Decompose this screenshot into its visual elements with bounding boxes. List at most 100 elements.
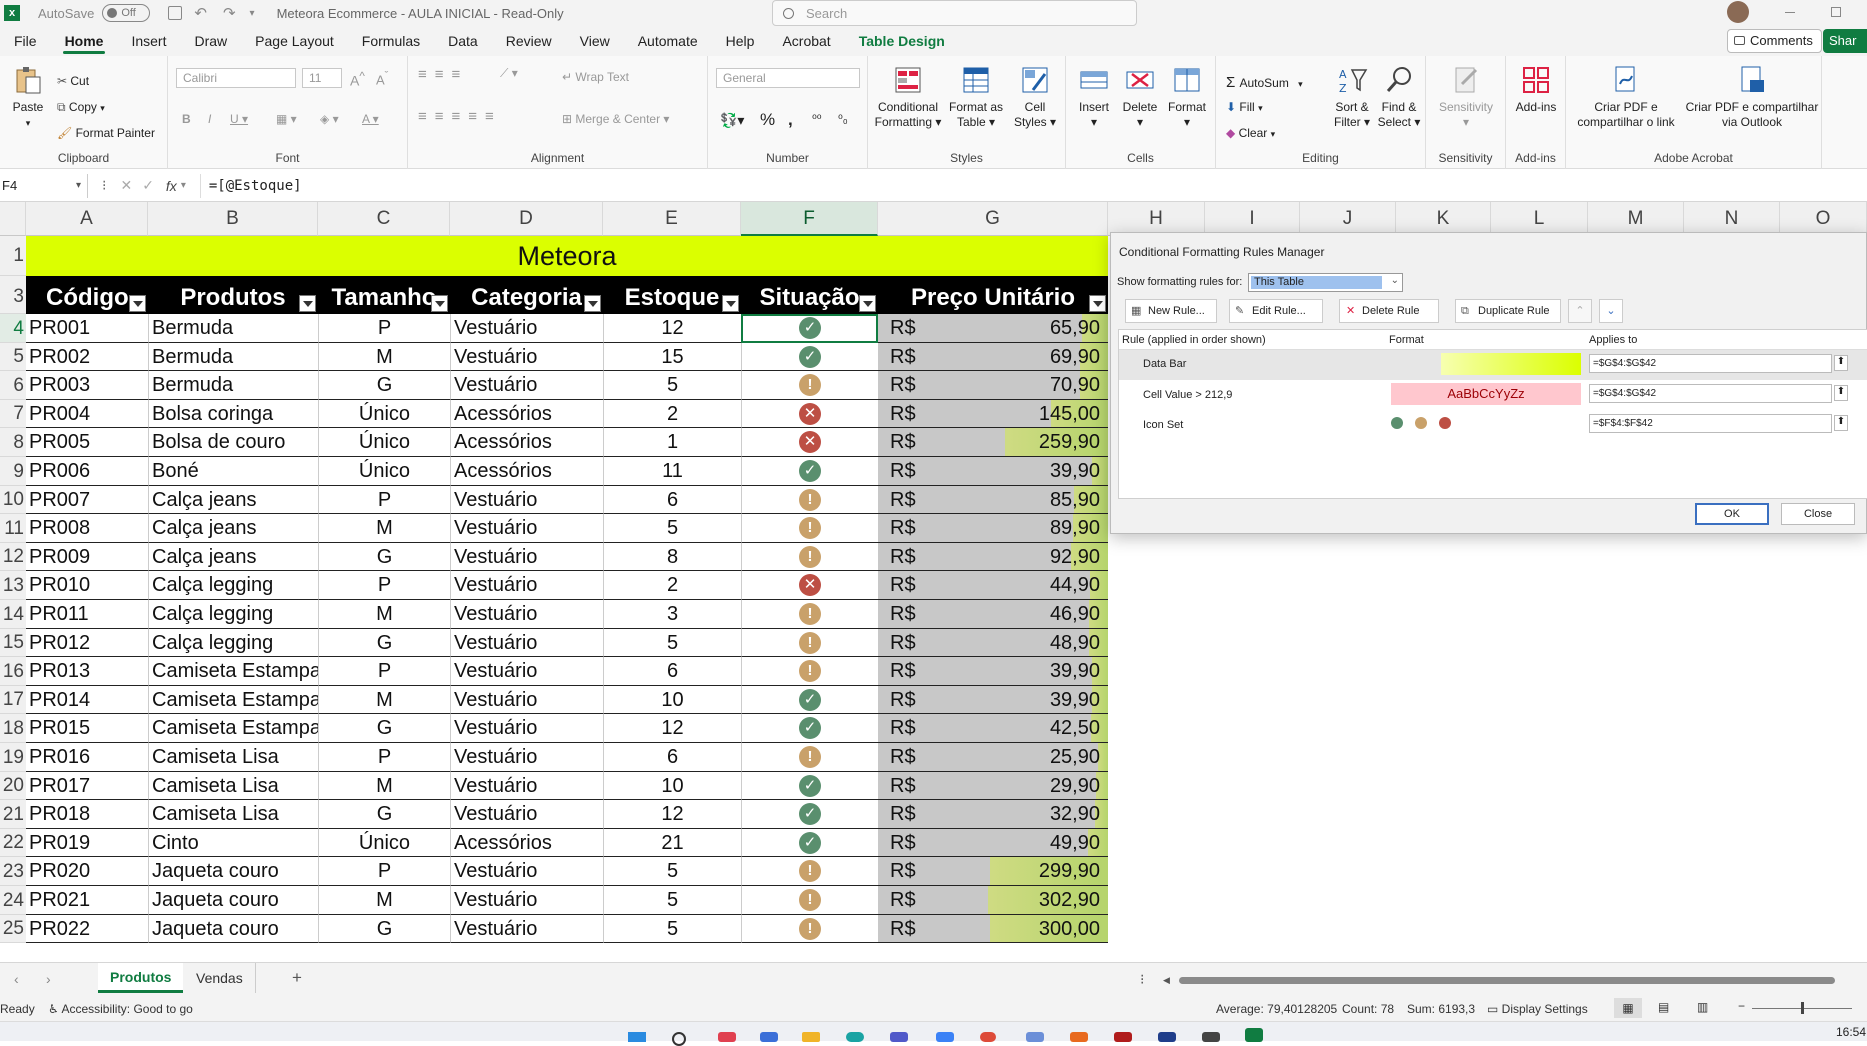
cell-product[interactable]: Camiseta Estampa bbox=[148, 657, 318, 686]
cell-code[interactable]: PR006 bbox=[26, 457, 148, 486]
decrease-decimal-icon[interactable]: ⁰₀ bbox=[838, 112, 848, 126]
move-down-icon[interactable]: ⌄ bbox=[1599, 299, 1623, 323]
sensitivity-button[interactable]: Sensitivity ▾ bbox=[1432, 64, 1500, 130]
cell-size[interactable]: G bbox=[318, 800, 450, 829]
cell-price[interactable]: R$ 92,90 bbox=[878, 543, 1108, 571]
number-format-select[interactable]: General bbox=[716, 68, 860, 88]
cell-stock[interactable]: 2 bbox=[603, 400, 741, 428]
cell-size[interactable]: G bbox=[318, 714, 450, 743]
redo-icon[interactable]: ↷ bbox=[223, 4, 236, 22]
cell-category[interactable]: Vestuário bbox=[450, 343, 603, 371]
cell-status[interactable]: ! bbox=[741, 657, 878, 686]
format-painter-button[interactable]: 🖌 Format Painter bbox=[57, 126, 155, 140]
cell-stock[interactable]: 12 bbox=[603, 714, 741, 743]
table-header-4[interactable]: Estoque bbox=[603, 276, 741, 314]
display-settings-button[interactable]: ▭ Display Settings bbox=[1487, 1002, 1588, 1016]
cell-status[interactable]: ✕ bbox=[741, 428, 878, 457]
collapse-range-icon[interactable]: ⬆ bbox=[1834, 355, 1848, 371]
font-color-icon[interactable]: A ▾ bbox=[362, 112, 379, 126]
column-header-m[interactable]: M bbox=[1588, 202, 1684, 236]
count-stat[interactable]: Count: 78 bbox=[1342, 1002, 1394, 1016]
cell-product[interactable]: Bermuda bbox=[148, 343, 318, 371]
cell-stock[interactable]: 5 bbox=[603, 886, 741, 915]
column-header-o[interactable]: O bbox=[1780, 202, 1867, 236]
row-header[interactable]: 6 bbox=[0, 371, 26, 400]
row-header[interactable]: 11 bbox=[0, 514, 26, 543]
cell-size[interactable]: M bbox=[318, 772, 450, 800]
cell-status[interactable]: ! bbox=[741, 886, 878, 915]
cell-price[interactable]: R$ 46,90 bbox=[878, 600, 1108, 629]
cell-stock[interactable]: 2 bbox=[603, 571, 741, 600]
cell-price[interactable]: R$ 32,90 bbox=[878, 800, 1108, 829]
row-header[interactable]: 12 bbox=[0, 543, 26, 571]
sheet-tab-produtos[interactable]: Produtos bbox=[98, 963, 184, 993]
grow-font-icon[interactable]: A^ bbox=[350, 70, 365, 89]
font-size-select[interactable]: 11 bbox=[302, 68, 342, 88]
cell-stock[interactable]: 1 bbox=[603, 428, 741, 457]
cell-status[interactable]: ✓ bbox=[741, 457, 878, 486]
prev-sheet-icon[interactable]: ‹ bbox=[14, 971, 19, 987]
table-header-2[interactable]: Tamanho bbox=[318, 276, 450, 314]
cell-product[interactable]: Camiseta Estampa bbox=[148, 714, 318, 743]
cell-price[interactable]: R$ 25,90 bbox=[878, 743, 1108, 772]
cell-category[interactable]: Vestuário bbox=[450, 657, 603, 686]
cell-product[interactable]: Jaqueta couro bbox=[148, 886, 318, 915]
window-title[interactable]: Meteora Ecommerce - AULA INICIAL - Read-… bbox=[277, 6, 564, 21]
cell-category[interactable]: Vestuário bbox=[450, 600, 603, 629]
create-pdf-outlook-button[interactable]: Criar PDF e compartilhar via Outlook bbox=[1682, 64, 1822, 130]
cell-product[interactable]: Camiseta Lisa bbox=[148, 772, 318, 800]
next-sheet-icon[interactable]: › bbox=[46, 971, 51, 987]
cell-size[interactable]: G bbox=[318, 543, 450, 571]
column-header-h[interactable]: H bbox=[1108, 202, 1205, 236]
row-header[interactable]: 18 bbox=[0, 714, 26, 743]
cell-category[interactable]: Vestuário bbox=[450, 514, 603, 543]
cell-category[interactable]: Vestuário bbox=[450, 886, 603, 915]
cell-status[interactable]: ✓ bbox=[741, 772, 878, 800]
cell-product[interactable]: Calça jeans bbox=[148, 486, 318, 514]
row-header[interactable]: 9 bbox=[0, 457, 26, 486]
horizontal-align-icons[interactable]: ≡≡≡≡≡ bbox=[418, 108, 502, 125]
sheet-tab-vendas[interactable]: Vendas bbox=[184, 963, 256, 993]
find-select-button[interactable]: Find & Select ▾ bbox=[1376, 64, 1422, 130]
row-header[interactable]: 4 bbox=[0, 314, 26, 343]
tab-page-layout[interactable]: Page Layout bbox=[241, 26, 348, 56]
cell-code[interactable]: PR021 bbox=[26, 886, 148, 915]
cell-product[interactable]: Camiseta Estampa bbox=[148, 686, 318, 714]
cell-code[interactable]: PR019 bbox=[26, 829, 148, 857]
insert-cells-button[interactable]: Insert ▾ bbox=[1072, 64, 1116, 130]
share-button[interactable]: Shar bbox=[1823, 29, 1867, 53]
format-as-table-button[interactable]: Format as Table ▾ bbox=[946, 64, 1006, 130]
borders-icon[interactable]: ▦ ▾ bbox=[276, 112, 297, 126]
cell-size[interactable]: P bbox=[318, 657, 450, 686]
row-header[interactable]: 25 bbox=[0, 915, 26, 943]
column-header-c[interactable]: C bbox=[318, 202, 450, 236]
filter-dropdown-icon[interactable] bbox=[1089, 295, 1106, 312]
cell-price[interactable]: R$ 39,90 bbox=[878, 657, 1108, 686]
fx-dropdown-icon[interactable]: ▾ bbox=[181, 180, 186, 191]
cell-product[interactable]: Calça legging bbox=[148, 571, 318, 600]
applies-to-input[interactable]: =$G$4:$G$42 bbox=[1589, 384, 1832, 403]
table-header-5[interactable]: Situação bbox=[741, 276, 878, 314]
sort-filter-button[interactable]: AZ Sort & Filter ▾ bbox=[1330, 64, 1374, 130]
merge-center-button[interactable]: ⊞ Merge & Center ▾ bbox=[562, 112, 669, 126]
accounting-icon[interactable]: 💱▾ bbox=[720, 112, 744, 129]
conditional-formatting-button[interactable]: Conditional Formatting ▾ bbox=[872, 64, 944, 130]
row-header[interactable]: 14 bbox=[0, 600, 26, 629]
cell-product[interactable]: Boné bbox=[148, 457, 318, 486]
column-header-j[interactable]: J bbox=[1300, 202, 1396, 236]
taskbar-search-icon[interactable] bbox=[672, 1032, 686, 1046]
cell-status[interactable]: ! bbox=[741, 857, 878, 886]
cell-category[interactable]: Vestuário bbox=[450, 371, 603, 400]
zoom-out-icon[interactable]: − bbox=[1738, 999, 1745, 1013]
tab-insert[interactable]: Insert bbox=[117, 26, 180, 56]
paste-button[interactable]: Paste ▾ bbox=[8, 64, 48, 131]
save-icon[interactable] bbox=[168, 6, 183, 20]
increase-decimal-icon[interactable]: ⁰⁰ bbox=[812, 112, 822, 126]
cell-code[interactable]: PR009 bbox=[26, 543, 148, 571]
rule-row-icon-set[interactable]: Icon Set =$F$4:$F$42 ⬆ bbox=[1119, 410, 1867, 440]
cell-code[interactable]: PR001 bbox=[26, 314, 148, 343]
row-header[interactable]: 7 bbox=[0, 400, 26, 428]
cell-status[interactable]: ✓ bbox=[741, 314, 878, 343]
cell-status[interactable]: ✓ bbox=[741, 829, 878, 857]
row-header[interactable]: 8 bbox=[0, 428, 26, 457]
